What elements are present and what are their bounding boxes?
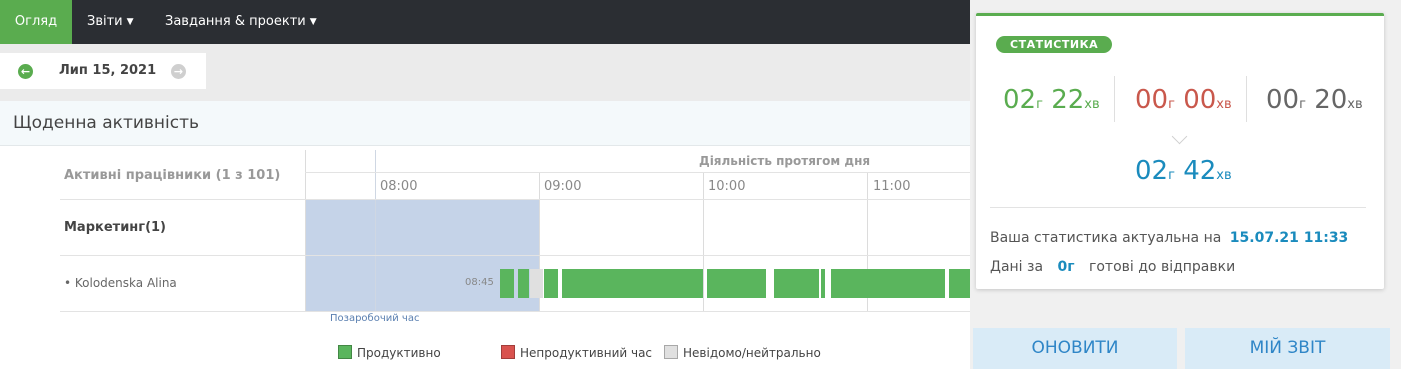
minutes-value: 00 [1183,85,1217,115]
legend-swatch-productive [338,345,352,359]
chevron-down-icon: ▼ [126,17,134,27]
hour-label: 11:00 [873,179,911,194]
legend-productive: Продуктивно [338,345,441,360]
stats-data-label: Дані за [990,259,1044,275]
activity-bar-productive[interactable] [544,269,558,298]
top-navbar: Огляд Звіти ▼ Завдання & проекти ▼ [0,0,970,44]
activity-bar-productive[interactable] [500,269,514,298]
legend-label: Непродуктивний час [520,346,653,360]
stats-data-line: Дані за 0г готові до відправки [990,259,1235,275]
stats-actual-label: Ваша статистика актуальна на [990,230,1222,246]
department-row[interactable]: Маркетинг(1) [64,220,166,235]
activity-bar-productive[interactable] [707,269,766,298]
activity-bar-neutral[interactable] [530,269,543,298]
productive-time: 02г 22хв [1003,85,1100,120]
grid-line [375,150,376,312]
employee-row[interactable]: • Kolodenska Alina [64,276,177,290]
legend-swatch-unproductive [501,345,515,359]
hour-label: 08:00 [380,179,418,194]
date-navigator: ← Лип 15, 2021 → [0,53,206,89]
activity-bar-productive[interactable] [821,269,825,298]
nav-tasks-projects-label: Завдання & проекти [165,14,306,29]
minutes-unit: хв [1347,97,1363,112]
hours-value: 00 [1135,85,1169,115]
minutes-value: 42 [1183,156,1217,186]
my-report-button[interactable]: МІЙ ЗВІТ [1185,328,1390,369]
legend-neutral: Невідомо/нейтрально [664,345,821,360]
legend-label: Продуктивно [357,346,441,360]
statistics-badge: СТАТИСТИКА [996,36,1113,53]
stats-actual-value: 15.07.21 11:33 [1229,230,1349,246]
hour-label: 09:00 [544,179,582,194]
grid-line [305,172,970,173]
active-workers-header: Активні працівники (1 з 101) [64,168,281,183]
card-divider [990,207,1366,208]
neutral-time: 00г 20хв [1266,85,1363,120]
grid-line [60,311,970,312]
section-title: Щоденна активність [13,113,200,133]
grid-line [305,150,306,312]
chevron-down-icon [1171,128,1188,145]
grid-line [60,199,970,200]
unproductive-time: 00г 00хв [1135,85,1232,120]
current-date: Лип 15, 2021 [59,63,157,78]
minutes-value: 20 [1314,85,1348,115]
legend-swatch-neutral [664,345,678,359]
hours-unit: г [1168,97,1175,112]
start-time-label: 08:45 [465,277,494,288]
activity-bar-productive[interactable] [518,269,529,298]
activity-bar-productive[interactable] [949,269,970,298]
hours-value: 02 [1135,156,1169,186]
stats-panel: СТАТИСТИКА 02г 22хв 00г 00хв 00г 20хв 02… [970,0,1401,369]
date-bar: ← Лип 15, 2021 → [0,44,970,101]
nav-reports-label: Звіти [87,14,123,29]
minutes-value: 22 [1051,85,1085,115]
hours-unit: г [1168,168,1175,183]
nav-overview-label: Огляд [14,14,58,29]
chevron-down-icon: ▼ [309,17,317,27]
activity-header: Діяльність протягом дня [699,154,871,168]
next-day-button[interactable]: → [171,64,186,79]
total-time: 02г 42хв [1135,156,1232,191]
nav-overview[interactable]: Огляд [0,0,72,44]
nav-tasks-projects[interactable]: Завдання & проекти ▼ [165,0,317,44]
statistics-card: СТАТИСТИКА 02г 22хв 00г 00хв 00г 20хв 02… [976,13,1384,289]
overtime-label: Позаробочий час [330,313,420,324]
minutes-unit: хв [1216,97,1232,112]
stat-separator [1246,76,1247,122]
grid-line [703,172,704,312]
grid-line [60,255,970,256]
hour-label: 10:00 [708,179,746,194]
minutes-unit: хв [1084,97,1100,112]
nav-reports[interactable]: Звіти ▼ [87,0,134,44]
arrow-right-icon: → [173,65,184,78]
arrow-left-icon: ← [20,65,31,78]
hours-value: 00 [1266,85,1300,115]
activity-bar-productive[interactable] [774,269,819,298]
legend-label: Невідомо/нейтрально [683,346,821,360]
stat-separator [1114,76,1115,122]
section-header: Щоденна активність [0,101,970,146]
legend-unproductive: Непродуктивний час [501,345,652,360]
prev-day-button[interactable]: ← [18,64,33,79]
activity-bar-productive[interactable] [831,269,945,298]
stats-actual-line: Ваша статистика актуальна на 15.07.21 11… [990,230,1348,246]
stats-data-suffix: готові до відправки [1089,259,1236,275]
refresh-button[interactable]: ОНОВИТИ [973,328,1177,369]
activity-grid: Активні працівники (1 з 101) Діяльність … [0,146,970,369]
stats-data-value: 0г [1057,259,1075,275]
hours-unit: г [1299,97,1306,112]
hours-unit: г [1036,97,1043,112]
activity-bar-productive[interactable] [562,269,703,298]
hours-value: 02 [1003,85,1037,115]
minutes-unit: хв [1216,168,1232,183]
